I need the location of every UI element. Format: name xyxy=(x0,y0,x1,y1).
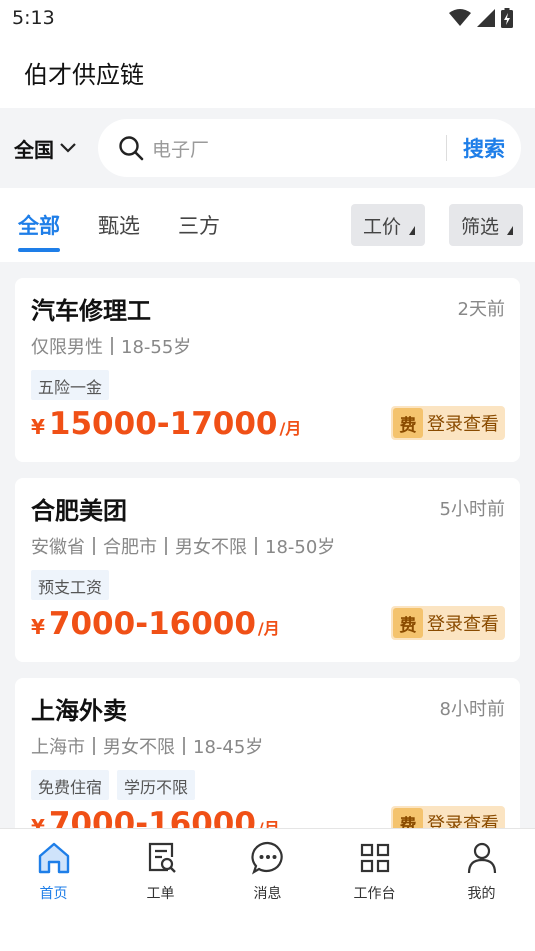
sort-triangle-icon xyxy=(408,225,415,235)
nav-profile-label: 我的 xyxy=(467,886,496,902)
job-title: 上海外卖 xyxy=(31,696,127,725)
tab-third-party[interactable]: 三方 xyxy=(178,188,220,262)
price-sort-label: 工价 xyxy=(362,215,401,238)
job-card[interactable]: 合肥美团 5小时前 安徽省 合肥市 男女不限 18-50岁 预支工资 ¥ 700… xyxy=(15,478,520,662)
nav-messages-label: 消息 xyxy=(253,886,282,902)
job-card[interactable]: 上海外卖 8小时前 上海市 男女不限 18-45岁 免费住宿 学历不限 ¥ 70… xyxy=(15,678,520,828)
nav-home-label: 首页 xyxy=(39,886,68,902)
salary-unit: /月 xyxy=(258,815,280,828)
age-requirement: 18-50岁 xyxy=(265,537,336,558)
bottom-navigation: 首页 工单 消息 工作台 我的 xyxy=(0,828,535,951)
job-meta: 仅限男性 18-55岁 xyxy=(31,332,505,360)
title-bar: 伯才供应链 xyxy=(0,36,535,108)
login-to-view-label: 登录查看 xyxy=(427,814,499,828)
city: 上海市 xyxy=(31,737,85,758)
job-tags: 免费住宿 学历不限 xyxy=(31,770,505,800)
salary-amount: 7000-16000 xyxy=(48,806,256,828)
job-tag: 免费住宿 xyxy=(31,770,110,800)
salary: ¥ 7000-16000 /月 xyxy=(31,806,280,828)
system-icons xyxy=(449,8,513,28)
gender-requirement: 男女不限 xyxy=(103,737,175,758)
nav-messages[interactable]: 消息 xyxy=(214,839,321,951)
job-tag: 学历不限 xyxy=(117,770,196,800)
meta-separator xyxy=(165,537,167,555)
nav-workbench[interactable]: 工作台 xyxy=(321,839,428,951)
meta-separator xyxy=(183,737,185,755)
meta-separator xyxy=(93,537,95,555)
job-tags: 预支工资 xyxy=(31,570,505,600)
job-time: 2天前 xyxy=(457,299,505,320)
login-to-view-button[interactable]: 费 登录查看 xyxy=(391,806,505,828)
battery-icon xyxy=(501,8,513,28)
job-time: 8小时前 xyxy=(439,699,505,720)
job-tag: 预支工资 xyxy=(31,570,110,600)
login-to-view-button[interactable]: 费 登录查看 xyxy=(391,406,505,440)
salary: ¥ 7000-16000 /月 xyxy=(31,606,280,642)
search-button[interactable]: 搜索 xyxy=(463,133,505,163)
nav-work-order[interactable]: 工单 xyxy=(107,839,214,951)
salary-unit: /月 xyxy=(279,419,302,438)
salary-unit: /月 xyxy=(257,619,280,638)
message-icon xyxy=(250,841,283,875)
chevron-down-icon xyxy=(60,143,76,153)
login-to-view-label: 登录查看 xyxy=(427,614,499,635)
search-input[interactable]: 电子厂 xyxy=(152,135,430,162)
currency-symbol: ¥ xyxy=(31,815,45,828)
region-label: 全国 xyxy=(14,137,54,162)
nav-workbench-label: 工作台 xyxy=(353,886,396,902)
home-icon xyxy=(38,842,69,874)
user-icon xyxy=(467,842,496,874)
salary-amount: 15000-17000 xyxy=(48,406,278,442)
meta-separator xyxy=(255,537,257,555)
job-time: 5小时前 xyxy=(439,499,505,520)
city: 合肥市 xyxy=(103,537,157,558)
currency-symbol: ¥ xyxy=(31,615,45,639)
meta-separator xyxy=(93,737,95,755)
status-bar: 5:13 xyxy=(0,0,535,36)
region-selector[interactable]: 全国 xyxy=(14,134,98,163)
filter-button[interactable]: 筛选 xyxy=(448,204,523,246)
search-bar: 全国 电子厂 搜索 xyxy=(0,108,535,188)
job-tags: 五险一金 xyxy=(31,370,505,400)
job-tag: 五险一金 xyxy=(31,370,110,400)
job-title: 合肥美团 xyxy=(31,496,127,525)
app-title: 伯才供应链 xyxy=(24,60,144,89)
search-icon xyxy=(119,136,144,161)
age-requirement: 18-55岁 xyxy=(121,337,192,358)
job-list: 汽车修理工 2天前 仅限男性 18-55岁 五险一金 ¥ 15000-17000… xyxy=(0,262,535,828)
job-card[interactable]: 汽车修理工 2天前 仅限男性 18-55岁 五险一金 ¥ 15000-17000… xyxy=(15,278,520,462)
job-title: 汽车修理工 xyxy=(31,296,151,325)
login-to-view-button[interactable]: 费 登录查看 xyxy=(391,606,505,640)
job-meta: 安徽省 合肥市 男女不限 18-50岁 xyxy=(31,532,505,560)
fee-badge: 费 xyxy=(393,808,423,828)
fee-badge: 费 xyxy=(393,408,423,438)
nav-profile[interactable]: 我的 xyxy=(428,839,535,951)
search-divider xyxy=(446,135,447,161)
search-box[interactable]: 电子厂 搜索 xyxy=(98,119,521,177)
status-time: 5:13 xyxy=(12,7,55,29)
currency-symbol: ¥ xyxy=(31,415,45,439)
job-meta: 上海市 男女不限 18-45岁 xyxy=(31,732,505,760)
salary: ¥ 15000-17000 /月 xyxy=(31,406,301,442)
nav-home[interactable]: 首页 xyxy=(0,839,107,951)
tab-all[interactable]: 全部 xyxy=(18,188,60,262)
tab-selected[interactable]: 甄选 xyxy=(98,188,140,262)
salary-amount: 7000-16000 xyxy=(48,606,256,642)
age-requirement: 18-45岁 xyxy=(193,737,264,758)
nav-work-order-label: 工单 xyxy=(146,886,175,902)
province: 安徽省 xyxy=(31,537,85,558)
meta-separator xyxy=(111,337,113,355)
tab-bar: 全部 甄选 三方 工价 筛选 xyxy=(0,188,535,262)
price-sort-button[interactable]: 工价 xyxy=(350,204,425,246)
grid-icon xyxy=(360,843,389,873)
signal-icon xyxy=(477,9,495,27)
wifi-icon xyxy=(449,9,471,26)
login-to-view-label: 登录查看 xyxy=(427,414,499,435)
gender-requirement: 仅限男性 xyxy=(31,337,103,358)
work-order-icon xyxy=(148,842,176,873)
gender-requirement: 男女不限 xyxy=(175,537,247,558)
fee-badge: 费 xyxy=(393,608,423,638)
filter-label: 筛选 xyxy=(460,215,499,238)
filter-triangle-icon xyxy=(507,225,513,235)
